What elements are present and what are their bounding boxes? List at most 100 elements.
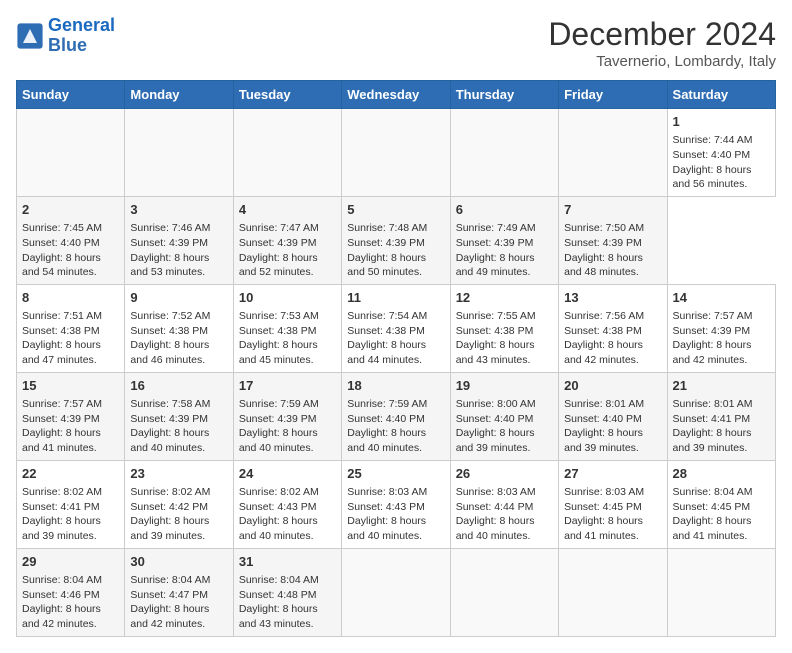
calendar-cell bbox=[17, 109, 125, 197]
day-info: Sunrise: 7:59 AMSunset: 4:40 PMDaylight:… bbox=[347, 397, 444, 456]
calendar-cell: 7 Sunrise: 7:50 AMSunset: 4:39 PMDaylight… bbox=[559, 196, 667, 284]
calendar-week-1: 1 Sunrise: 7:44 AMSunset: 4:40 PMDaylight… bbox=[17, 109, 776, 197]
day-number: 27 bbox=[564, 465, 661, 483]
day-number: 25 bbox=[347, 465, 444, 483]
day-info: Sunrise: 7:54 AMSunset: 4:38 PMDaylight:… bbox=[347, 309, 444, 368]
month-title: December 2024 bbox=[548, 16, 776, 53]
calendar-cell: 1 Sunrise: 7:44 AMSunset: 4:40 PMDaylight… bbox=[667, 109, 775, 197]
calendar-cell: 4Sunrise: 7:47 AMSunset: 4:39 PMDaylight… bbox=[233, 196, 341, 284]
col-header-saturday: Saturday bbox=[667, 81, 775, 109]
day-number: 17 bbox=[239, 377, 336, 395]
calendar-cell: 28 Sunrise: 8:04 AMSunset: 4:45 PMDayligh… bbox=[667, 460, 775, 548]
day-info: Sunrise: 7:49 AMSunset: 4:39 PMDaylight:… bbox=[456, 221, 553, 280]
day-info: Sunrise: 8:02 AMSunset: 4:43 PMDaylight:… bbox=[239, 485, 336, 544]
day-number: 3 bbox=[130, 201, 227, 219]
calendar-cell: 19Sunrise: 8:00 AMSunset: 4:40 PMDayligh… bbox=[450, 372, 558, 460]
calendar-week-5: 22Sunrise: 8:02 AMSunset: 4:41 PMDayligh… bbox=[17, 460, 776, 548]
calendar-cell: 2 Sunrise: 7:45 AMSunset: 4:40 PMDaylight… bbox=[17, 196, 125, 284]
calendar-cell: 30Sunrise: 8:04 AMSunset: 4:47 PMDayligh… bbox=[125, 548, 233, 636]
calendar-cell: 5 Sunrise: 7:48 AMSunset: 4:39 PMDaylight… bbox=[342, 196, 450, 284]
day-info: Sunrise: 7:46 AMSunset: 4:39 PMDaylight:… bbox=[130, 221, 227, 280]
calendar-cell: 25 Sunrise: 8:03 AMSunset: 4:43 PMDayligh… bbox=[342, 460, 450, 548]
col-header-monday: Monday bbox=[125, 81, 233, 109]
day-info: Sunrise: 7:59 AMSunset: 4:39 PMDaylight:… bbox=[239, 397, 336, 456]
calendar-cell bbox=[559, 109, 667, 197]
day-info: Sunrise: 8:01 AMSunset: 4:40 PMDaylight:… bbox=[564, 397, 661, 456]
calendar-cell: 17 Sunrise: 7:59 AMSunset: 4:39 PMDayligh… bbox=[233, 372, 341, 460]
calendar-cell: 27 Sunrise: 8:03 AMSunset: 4:45 PMDayligh… bbox=[559, 460, 667, 548]
day-number: 12 bbox=[456, 289, 553, 307]
calendar-cell: 26 Sunrise: 8:03 AMSunset: 4:44 PMDayligh… bbox=[450, 460, 558, 548]
day-info: Sunrise: 8:01 AMSunset: 4:41 PMDaylight:… bbox=[673, 397, 770, 456]
calendar-cell: 15Sunrise: 7:57 AMSunset: 4:39 PMDayligh… bbox=[17, 372, 125, 460]
day-number: 2 bbox=[22, 201, 119, 219]
calendar-cell bbox=[667, 548, 775, 636]
day-number: 21 bbox=[673, 377, 770, 395]
day-number: 22 bbox=[22, 465, 119, 483]
col-header-thursday: Thursday bbox=[450, 81, 558, 109]
day-info: Sunrise: 7:55 AMSunset: 4:38 PMDaylight:… bbox=[456, 309, 553, 368]
day-info: Sunrise: 8:04 AMSunset: 4:48 PMDaylight:… bbox=[239, 573, 336, 632]
day-number: 7 bbox=[564, 201, 661, 219]
calendar-table: SundayMondayTuesdayWednesdayThursdayFrid… bbox=[16, 80, 776, 637]
calendar-cell bbox=[233, 109, 341, 197]
calendar-week-3: 8 Sunrise: 7:51 AMSunset: 4:38 PMDaylight… bbox=[17, 284, 776, 372]
calendar-cell: 14 Sunrise: 7:57 AMSunset: 4:39 PMDayligh… bbox=[667, 284, 775, 372]
day-info: Sunrise: 7:44 AMSunset: 4:40 PMDaylight:… bbox=[673, 133, 770, 192]
calendar-cell bbox=[450, 548, 558, 636]
day-info: Sunrise: 8:00 AMSunset: 4:40 PMDaylight:… bbox=[456, 397, 553, 456]
logo: General Blue bbox=[16, 16, 115, 56]
calendar-cell bbox=[450, 109, 558, 197]
day-info: Sunrise: 7:58 AMSunset: 4:39 PMDaylight:… bbox=[130, 397, 227, 456]
location-title: Tavernerio, Lombardy, Italy bbox=[548, 53, 776, 70]
logo-icon bbox=[16, 22, 44, 50]
day-number: 15 bbox=[22, 377, 119, 395]
day-info: Sunrise: 7:45 AMSunset: 4:40 PMDaylight:… bbox=[22, 221, 119, 280]
calendar-cell: 6Sunrise: 7:49 AMSunset: 4:39 PMDaylight… bbox=[450, 196, 558, 284]
day-number: 13 bbox=[564, 289, 661, 307]
calendar-cell: 10 Sunrise: 7:53 AMSunset: 4:38 PMDayligh… bbox=[233, 284, 341, 372]
logo-line2: Blue bbox=[48, 35, 87, 55]
day-number: 16 bbox=[130, 377, 227, 395]
calendar-cell: 21 Sunrise: 8:01 AMSunset: 4:41 PMDayligh… bbox=[667, 372, 775, 460]
day-number: 20 bbox=[564, 377, 661, 395]
day-number: 28 bbox=[673, 465, 770, 483]
day-number: 14 bbox=[673, 289, 770, 307]
calendar-cell bbox=[342, 548, 450, 636]
logo-text: General Blue bbox=[48, 16, 115, 56]
day-number: 23 bbox=[130, 465, 227, 483]
day-number: 31 bbox=[239, 553, 336, 571]
day-info: Sunrise: 7:48 AMSunset: 4:39 PMDaylight:… bbox=[347, 221, 444, 280]
calendar-cell: 8 Sunrise: 7:51 AMSunset: 4:38 PMDaylight… bbox=[17, 284, 125, 372]
calendar-cell: 20 Sunrise: 8:01 AMSunset: 4:40 PMDayligh… bbox=[559, 372, 667, 460]
day-number: 18 bbox=[347, 377, 444, 395]
col-header-sunday: Sunday bbox=[17, 81, 125, 109]
day-info: Sunrise: 7:51 AMSunset: 4:38 PMDaylight:… bbox=[22, 309, 119, 368]
day-info: Sunrise: 8:04 AMSunset: 4:45 PMDaylight:… bbox=[673, 485, 770, 544]
day-info: Sunrise: 7:50 AMSunset: 4:39 PMDaylight:… bbox=[564, 221, 661, 280]
day-info: Sunrise: 8:03 AMSunset: 4:43 PMDaylight:… bbox=[347, 485, 444, 544]
day-info: Sunrise: 7:53 AMSunset: 4:38 PMDaylight:… bbox=[239, 309, 336, 368]
day-number: 9 bbox=[130, 289, 227, 307]
day-number: 29 bbox=[22, 553, 119, 571]
day-number: 10 bbox=[239, 289, 336, 307]
calendar-cell: 11 Sunrise: 7:54 AMSunset: 4:38 PMDayligh… bbox=[342, 284, 450, 372]
calendar-week-4: 15Sunrise: 7:57 AMSunset: 4:39 PMDayligh… bbox=[17, 372, 776, 460]
calendar-cell: 31 Sunrise: 8:04 AMSunset: 4:48 PMDayligh… bbox=[233, 548, 341, 636]
day-number: 5 bbox=[347, 201, 444, 219]
day-number: 8 bbox=[22, 289, 119, 307]
col-header-tuesday: Tuesday bbox=[233, 81, 341, 109]
calendar-week-6: 29Sunrise: 8:04 AMSunset: 4:46 PMDayligh… bbox=[17, 548, 776, 636]
day-number: 26 bbox=[456, 465, 553, 483]
calendar-cell: 22Sunrise: 8:02 AMSunset: 4:41 PMDayligh… bbox=[17, 460, 125, 548]
day-info: Sunrise: 8:03 AMSunset: 4:44 PMDaylight:… bbox=[456, 485, 553, 544]
day-info: Sunrise: 7:57 AMSunset: 4:39 PMDaylight:… bbox=[673, 309, 770, 368]
day-number: 1 bbox=[673, 113, 770, 131]
calendar-week-2: 2 Sunrise: 7:45 AMSunset: 4:40 PMDaylight… bbox=[17, 196, 776, 284]
day-number: 11 bbox=[347, 289, 444, 307]
day-number: 24 bbox=[239, 465, 336, 483]
day-info: Sunrise: 8:03 AMSunset: 4:45 PMDaylight:… bbox=[564, 485, 661, 544]
calendar-header-row: SundayMondayTuesdayWednesdayThursdayFrid… bbox=[17, 81, 776, 109]
day-info: Sunrise: 7:52 AMSunset: 4:38 PMDaylight:… bbox=[130, 309, 227, 368]
page-header: General Blue December 2024 Tavernerio, L… bbox=[16, 16, 776, 70]
